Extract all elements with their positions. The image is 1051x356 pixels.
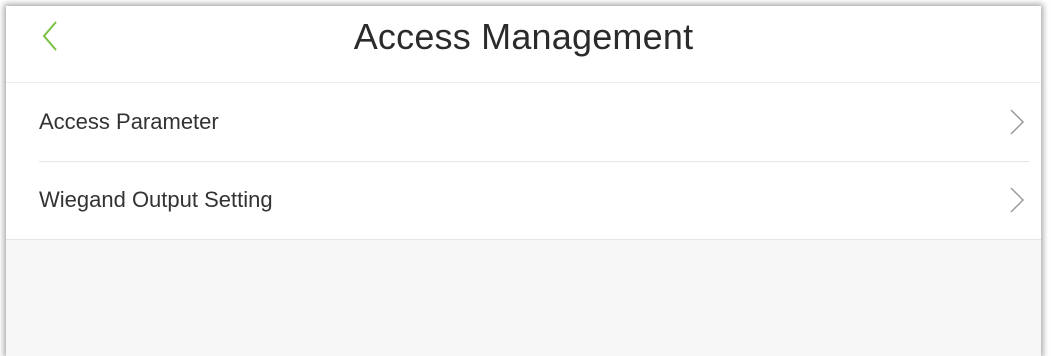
app-window: Access Management Access Parameter Wiega… — [6, 6, 1041, 356]
menu-item-wiegand-output-setting[interactable]: Wiegand Output Setting — [6, 161, 1041, 239]
chevron-right-icon — [1010, 109, 1025, 135]
menu-item-access-parameter[interactable]: Access Parameter — [6, 83, 1041, 161]
header-bar: Access Management — [6, 6, 1041, 83]
settings-menu: Access Parameter Wiegand Output Setting — [6, 83, 1041, 240]
chevron-right-icon — [1010, 187, 1025, 213]
page-title: Access Management — [353, 16, 694, 57]
menu-item-label: Access Parameter — [39, 109, 219, 134]
menu-item-label: Wiegand Output Setting — [39, 187, 273, 212]
